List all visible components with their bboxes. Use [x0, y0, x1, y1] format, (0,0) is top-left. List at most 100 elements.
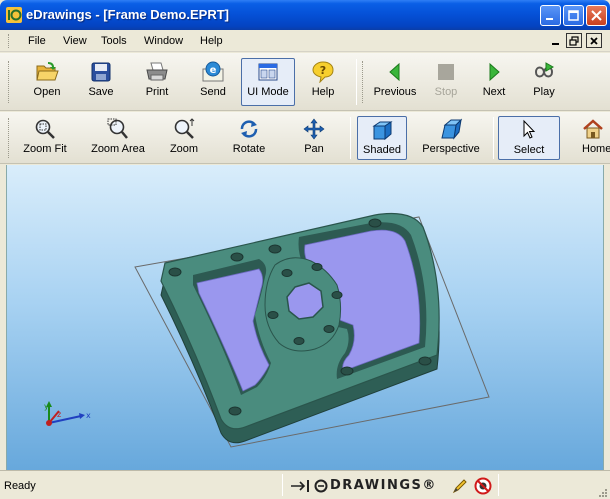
brand-text: DRAWINGS®	[330, 478, 437, 493]
zoom-icon	[174, 118, 195, 139]
status-divider	[282, 474, 283, 496]
brand-arrow-icon	[291, 479, 309, 492]
edrawings-logo-icon	[6, 7, 22, 23]
mdi-minimize-button[interactable]	[548, 33, 564, 48]
pan-label: Pan	[304, 143, 324, 155]
resize-grip-icon[interactable]	[596, 486, 608, 498]
previous-label: Previous	[373, 86, 417, 98]
restore-icon	[569, 35, 579, 46]
mdi-close-button[interactable]	[586, 33, 602, 48]
printer-icon	[146, 62, 168, 81]
shaded-label: Shaded	[363, 144, 401, 156]
window-title: eDrawings - [Frame Demo.EPRT]	[26, 7, 229, 22]
triad-z-label: z	[57, 410, 61, 419]
next-arrow-icon	[489, 62, 500, 82]
next-button[interactable]: Next	[474, 61, 514, 98]
zoom-area-label: Zoom Area	[91, 143, 145, 155]
previous-arrow-icon	[389, 62, 400, 82]
perspective-label: Perspective	[422, 143, 480, 155]
minimize-button[interactable]	[540, 5, 561, 26]
menu-view[interactable]: View	[63, 35, 87, 47]
status-text: Ready	[4, 480, 36, 492]
toolbar-grip[interactable]	[8, 61, 11, 103]
perspective-cube-icon	[441, 118, 463, 140]
menu-tools[interactable]: Tools	[101, 35, 127, 47]
status-bar: Ready DRAWINGS®	[0, 470, 610, 499]
mdi-restore-button[interactable]	[566, 33, 582, 48]
menu-help[interactable]: Help	[200, 35, 223, 47]
shaded-cube-icon	[372, 121, 393, 141]
play-label: Play	[533, 86, 555, 98]
send-label: Send	[200, 86, 226, 98]
ui-mode-label: UI Mode	[247, 86, 289, 98]
close-icon	[590, 36, 598, 45]
save-button[interactable]: Save	[80, 61, 122, 98]
model-canvas: y x z	[44, 212, 490, 448]
help-button[interactable]: ? Help	[302, 61, 344, 98]
zoom-fit-label: Zoom Fit	[23, 143, 67, 155]
rotate-button[interactable]: Rotate	[224, 118, 274, 155]
save-label: Save	[88, 86, 114, 98]
select-label: Select	[513, 144, 545, 156]
stop-button[interactable]: Stop	[426, 61, 466, 98]
menu-grip[interactable]	[8, 34, 11, 48]
toolbar-grip[interactable]	[8, 118, 11, 158]
ui-mode-icon	[258, 63, 278, 81]
toolbar-separator	[356, 59, 357, 105]
play-loop-icon	[534, 62, 555, 78]
shaded-button[interactable]: Shaded	[357, 116, 407, 160]
main-toolbar: Open Save Print e Send UI Mode ? Help Pr…	[0, 53, 610, 111]
close-button[interactable]	[586, 5, 607, 26]
menu-window[interactable]: Window	[144, 35, 183, 47]
close-icon	[591, 10, 602, 21]
rotate-label: Rotate	[232, 143, 266, 155]
brand-e-icon	[314, 479, 328, 492]
maximize-button[interactable]	[563, 5, 584, 26]
minimize-icon	[546, 18, 553, 20]
frame-part	[160, 212, 440, 444]
zoom-label: Zoom	[169, 143, 199, 155]
help-icon: ?	[312, 61, 334, 83]
triad-x-label: x	[86, 411, 91, 420]
home-label: Home	[582, 143, 610, 155]
model-viewport[interactable]: y x z	[6, 165, 604, 470]
select-button[interactable]: Select	[498, 116, 560, 160]
markup-pencil-icon[interactable]	[452, 478, 468, 494]
help-label: Help	[311, 86, 335, 98]
perspective-button[interactable]: Perspective	[414, 118, 488, 155]
toolbar-grip[interactable]	[362, 61, 365, 103]
save-disk-icon	[91, 62, 111, 82]
title-bar: eDrawings - [Frame Demo.EPRT]	[0, 0, 610, 30]
next-label: Next	[482, 86, 506, 98]
pan-button[interactable]: Pan	[294, 118, 334, 155]
home-icon	[583, 119, 603, 139]
ui-mode-button[interactable]: UI Mode	[241, 58, 295, 106]
toolbar-separator	[350, 117, 351, 159]
menu-file[interactable]: File	[28, 35, 46, 47]
zoom-area-icon	[107, 118, 128, 139]
triad-y-label: y	[44, 402, 49, 411]
open-label: Open	[33, 86, 61, 98]
send-button[interactable]: e Send	[192, 61, 234, 98]
open-folder-icon	[36, 62, 59, 81]
stop-icon	[438, 64, 454, 80]
no-measure-icon[interactable]	[474, 477, 492, 495]
edrawings-brand: DRAWINGS®	[290, 478, 437, 493]
svg-text:?: ?	[320, 64, 326, 77]
zoom-fit-button[interactable]: Zoom Fit	[14, 118, 76, 155]
send-mail-icon: e	[202, 61, 224, 82]
zoom-area-button[interactable]: Zoom Area	[86, 118, 150, 155]
minimize-icon	[552, 42, 559, 45]
print-button[interactable]: Print	[136, 61, 178, 98]
menu-bar: File View Tools Window Help	[0, 30, 610, 52]
stop-label: Stop	[434, 86, 458, 98]
open-button[interactable]: Open	[26, 61, 68, 98]
print-label: Print	[145, 86, 169, 98]
view-toolbar: Zoom Fit Zoom Area Zoom Rotate Pan Shade…	[0, 112, 610, 164]
status-divider	[498, 474, 499, 496]
maximize-icon	[568, 10, 579, 21]
zoom-button[interactable]: Zoom	[162, 118, 206, 155]
play-button[interactable]: Play	[524, 61, 564, 98]
home-button[interactable]: Home	[566, 118, 610, 155]
previous-button[interactable]: Previous	[370, 61, 420, 98]
